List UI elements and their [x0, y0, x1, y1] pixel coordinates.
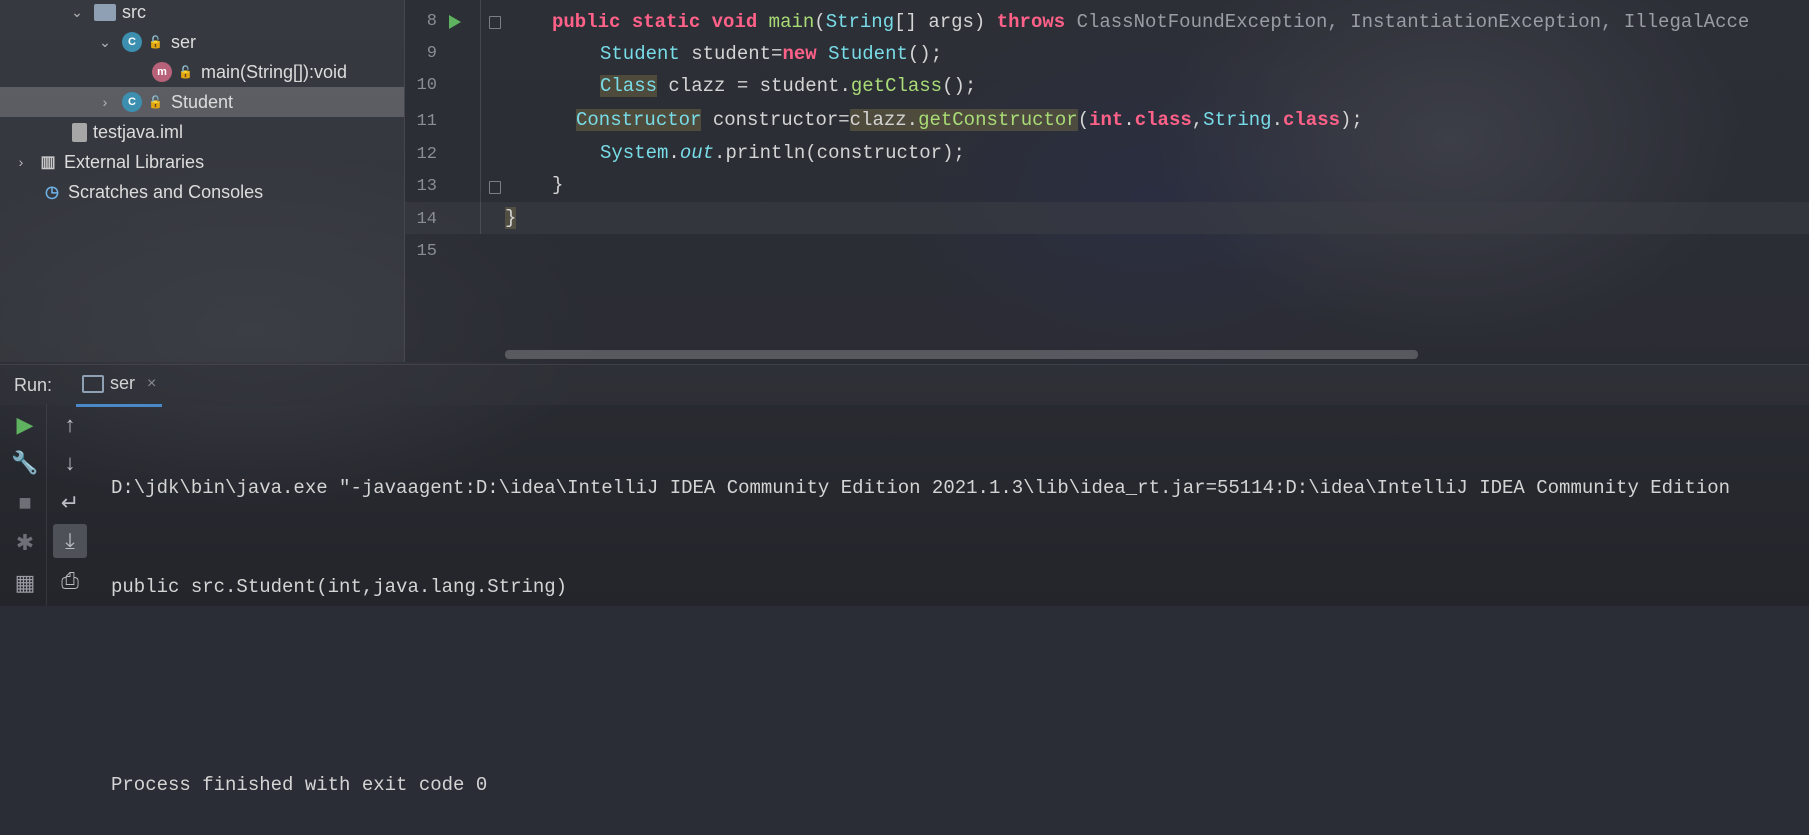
tree-item-label: src — [122, 1, 146, 22]
code-editor[interactable]: 8 9 10 11 12 13 14 15 public static void… — [405, 0, 1809, 362]
tree-item-label: main(String[]):void — [200, 61, 348, 82]
close-icon[interactable]: × — [147, 375, 156, 393]
library-icon: ▥ — [40, 154, 56, 171]
code-line-10: Class clazz = student.getClass(); — [600, 75, 977, 97]
class-icon: C — [122, 92, 142, 112]
tree-item-label: ser — [170, 31, 196, 52]
lock-icon: 🔓 — [148, 95, 163, 109]
soft-wrap-icon[interactable]: ↵ — [53, 486, 87, 520]
tree-item-label: Scratches and Consoles — [68, 181, 264, 202]
run-icon[interactable] — [449, 15, 461, 29]
file-icon — [72, 122, 87, 142]
tree-item-src[interactable]: ⌄ src — [0, 0, 404, 27]
line-number: 9 — [426, 44, 437, 63]
fold-icon[interactable] — [489, 181, 501, 194]
run-tab-label: ser — [110, 373, 136, 393]
console-line: Process finished with exit code 0 — [111, 774, 488, 796]
run-icon[interactable]: ▶ — [8, 408, 42, 442]
method-icon: m — [152, 62, 172, 82]
current-line-highlight — [405, 202, 1809, 234]
tree-item-main-method[interactable]: m 🔓 main(String[]):void — [0, 57, 404, 87]
console-line: public src.Student(int,java.lang.String) — [111, 576, 568, 598]
tree-item-scratches[interactable]: ◷ Scratches and Consoles — [0, 177, 404, 207]
tree-item-label: External Libraries — [64, 151, 205, 172]
console-tab-icon — [82, 374, 105, 393]
code-line-13: } — [552, 174, 564, 196]
line-number: 12 — [416, 145, 437, 164]
tree-item-student[interactable]: › C 🔓 Student — [0, 87, 404, 117]
tree-item-label: testjava.iml — [93, 121, 184, 142]
code-line-12: System.out.println(constructor); — [600, 142, 965, 164]
line-number: 11 — [416, 112, 437, 131]
arrow-down-icon[interactable]: ↓ — [53, 446, 87, 480]
print-icon[interactable]: ⎙ — [53, 564, 87, 598]
line-number: 13 — [416, 177, 437, 196]
scratch-icon: ◷ — [45, 184, 59, 201]
chevron-down-icon[interactable]: ⌄ — [98, 34, 112, 50]
project-tree: ⌄ src ⌄ C 🔓 ser m 🔓 main(String[]):void … — [0, 0, 405, 362]
console-output[interactable]: D:\jdk\bin\java.exe "-javaagent:D:\idea\… — [111, 406, 1730, 835]
chevron-right-icon[interactable]: › — [14, 154, 28, 170]
editor-gutter: 8 9 10 11 12 13 14 15 — [405, 0, 501, 362]
layout-icon[interactable]: ▦ — [8, 566, 42, 600]
gutter-separator — [480, 0, 481, 234]
console-line: D:\jdk\bin\java.exe "-javaagent:D:\idea\… — [111, 477, 1731, 499]
scroll-end-icon[interactable]: ⤓ — [53, 524, 87, 558]
run-label: Run: — [14, 374, 53, 395]
chevron-right-icon[interactable]: › — [98, 94, 112, 110]
run-toolbar: ▶ ↑ 🔧 ↓ ■ ↵ ✱ ⤓ ▦ ⎙ — [0, 404, 90, 606]
code-line-9: Student student=new Student(); — [600, 43, 943, 65]
tree-item-label: Student — [170, 91, 234, 112]
line-number: 14 — [416, 210, 437, 229]
fold-icon[interactable] — [489, 16, 501, 29]
run-panel-header: Run: ser × — [0, 364, 1809, 407]
arrow-up-icon[interactable]: ↑ — [53, 408, 87, 442]
code-line-11: Constructor constructor=clazz.getConstru… — [576, 109, 1363, 131]
line-number: 10 — [416, 76, 437, 95]
lock-icon: 🔓 — [178, 65, 193, 79]
line-number: 15 — [416, 242, 437, 261]
chevron-down-icon[interactable]: ⌄ — [70, 4, 84, 20]
tree-item-ser[interactable]: ⌄ C 🔓 ser — [0, 27, 404, 57]
horizontal-scrollbar[interactable] — [505, 350, 1418, 359]
run-tab-ser[interactable]: ser × — [76, 364, 163, 407]
folder-icon — [94, 3, 116, 21]
code-line-14: } — [505, 207, 517, 229]
bug-icon[interactable]: ✱ — [8, 526, 42, 560]
tree-item-testjava-iml[interactable]: testjava.iml — [0, 117, 404, 147]
code-line-8: public static void main(String[] args) t… — [552, 11, 1750, 33]
class-icon: C — [122, 32, 142, 52]
wrench-icon[interactable]: 🔧 — [8, 446, 42, 480]
line-number: 8 — [426, 12, 437, 31]
tree-item-external-libraries[interactable]: › ▥ External Libraries — [0, 147, 404, 177]
stop-icon[interactable]: ■ — [8, 486, 42, 520]
lock-icon: 🔓 — [148, 35, 163, 49]
